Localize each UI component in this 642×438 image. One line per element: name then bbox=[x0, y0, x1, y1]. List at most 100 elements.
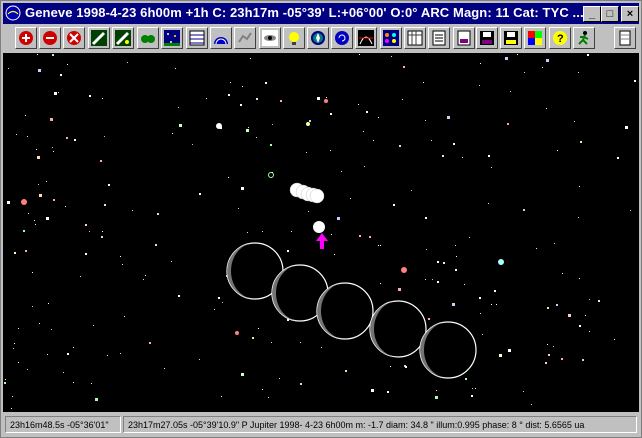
run-button[interactable] bbox=[573, 27, 595, 49]
star bbox=[428, 318, 430, 320]
star bbox=[423, 82, 424, 83]
binoculars-button[interactable] bbox=[137, 27, 159, 49]
cursor-position: 23h16m48.5s -05°36'01" bbox=[5, 416, 121, 433]
star bbox=[262, 231, 263, 232]
star bbox=[517, 54, 518, 55]
star bbox=[37, 156, 40, 159]
star bbox=[399, 145, 401, 147]
star bbox=[145, 275, 146, 276]
bright-star bbox=[306, 122, 310, 126]
telescope-track-button[interactable] bbox=[112, 27, 134, 49]
star bbox=[402, 99, 403, 100]
zoom-reset-button[interactable] bbox=[63, 27, 85, 49]
star bbox=[442, 155, 444, 157]
dome-button[interactable] bbox=[210, 27, 232, 49]
star bbox=[102, 231, 103, 232]
star bbox=[561, 358, 563, 360]
star bbox=[523, 391, 524, 392]
print-button[interactable] bbox=[453, 27, 475, 49]
calendar-button[interactable] bbox=[404, 27, 426, 49]
star bbox=[425, 120, 426, 121]
star bbox=[321, 347, 322, 348]
app-icon[interactable] bbox=[5, 5, 21, 21]
print-icon bbox=[457, 30, 471, 46]
star bbox=[471, 395, 473, 397]
star bbox=[562, 273, 563, 274]
star bbox=[175, 68, 176, 69]
zoom-out-button[interactable] bbox=[39, 27, 61, 49]
sky-chart[interactable] bbox=[3, 53, 639, 412]
star bbox=[455, 245, 456, 246]
star bbox=[578, 217, 579, 218]
star bbox=[617, 157, 619, 159]
star bbox=[309, 120, 311, 122]
star bbox=[462, 157, 463, 158]
star bbox=[100, 160, 102, 162]
star bbox=[308, 211, 309, 212]
meridian-button[interactable] bbox=[355, 27, 377, 49]
star bbox=[542, 67, 543, 68]
star bbox=[482, 334, 483, 335]
star bbox=[164, 368, 165, 369]
star bbox=[228, 94, 230, 96]
help-button[interactable]: ? bbox=[549, 27, 571, 49]
star bbox=[589, 331, 590, 332]
grid-button[interactable] bbox=[186, 27, 208, 49]
jupiter-current bbox=[313, 221, 325, 233]
constellation-button[interactable] bbox=[234, 27, 256, 49]
star bbox=[437, 281, 439, 283]
save-as-button[interactable] bbox=[500, 27, 522, 49]
star bbox=[95, 398, 98, 401]
star bbox=[455, 269, 457, 271]
star bbox=[334, 254, 335, 255]
galaxy-icon bbox=[262, 30, 278, 46]
star bbox=[256, 137, 257, 138]
star bbox=[199, 193, 201, 195]
star bbox=[218, 297, 220, 299]
star bbox=[16, 134, 17, 135]
star bbox=[36, 149, 37, 150]
palette-button[interactable] bbox=[524, 27, 546, 49]
planets-icon bbox=[383, 30, 399, 46]
star bbox=[345, 370, 347, 372]
star-field-button[interactable] bbox=[161, 27, 183, 49]
spiral-button[interactable] bbox=[331, 27, 353, 49]
zoom-in-button[interactable] bbox=[15, 27, 37, 49]
maximize-button[interactable]: □ bbox=[601, 6, 619, 22]
close-button[interactable]: × bbox=[621, 6, 639, 22]
telescope-button[interactable] bbox=[88, 27, 110, 49]
star bbox=[37, 54, 38, 55]
galaxy-button[interactable] bbox=[259, 27, 281, 49]
star bbox=[39, 194, 42, 197]
bright-star bbox=[235, 331, 239, 335]
bright-star bbox=[216, 123, 222, 129]
star bbox=[380, 245, 381, 246]
title-bar[interactable]: Geneve 1998-4-23 6h00m +1h C: 23h17m -05… bbox=[3, 3, 639, 24]
document-button[interactable] bbox=[428, 27, 450, 49]
star bbox=[102, 98, 103, 99]
star bbox=[67, 64, 68, 65]
star bbox=[326, 97, 327, 98]
planets-button[interactable] bbox=[380, 27, 402, 49]
star bbox=[464, 284, 465, 285]
lamp-button[interactable] bbox=[283, 27, 305, 49]
star bbox=[578, 72, 579, 73]
star bbox=[524, 72, 525, 73]
star bbox=[47, 354, 48, 355]
star bbox=[510, 91, 511, 92]
star bbox=[369, 236, 371, 238]
star bbox=[14, 252, 16, 254]
star bbox=[124, 316, 125, 317]
compass-button[interactable] bbox=[307, 27, 329, 49]
star bbox=[491, 304, 492, 305]
object-info: 23h17m27.05s -05°39'10.9" P Jupiter 1998… bbox=[123, 416, 637, 433]
star bbox=[149, 342, 151, 344]
moon-disk bbox=[309, 188, 325, 204]
star bbox=[557, 150, 558, 151]
panel-button[interactable] bbox=[614, 27, 636, 49]
star bbox=[54, 92, 57, 95]
minimize-button[interactable]: _ bbox=[583, 6, 601, 22]
save-disk-button[interactable] bbox=[476, 27, 498, 49]
star bbox=[556, 304, 558, 306]
sky-canvas[interactable] bbox=[3, 53, 639, 412]
